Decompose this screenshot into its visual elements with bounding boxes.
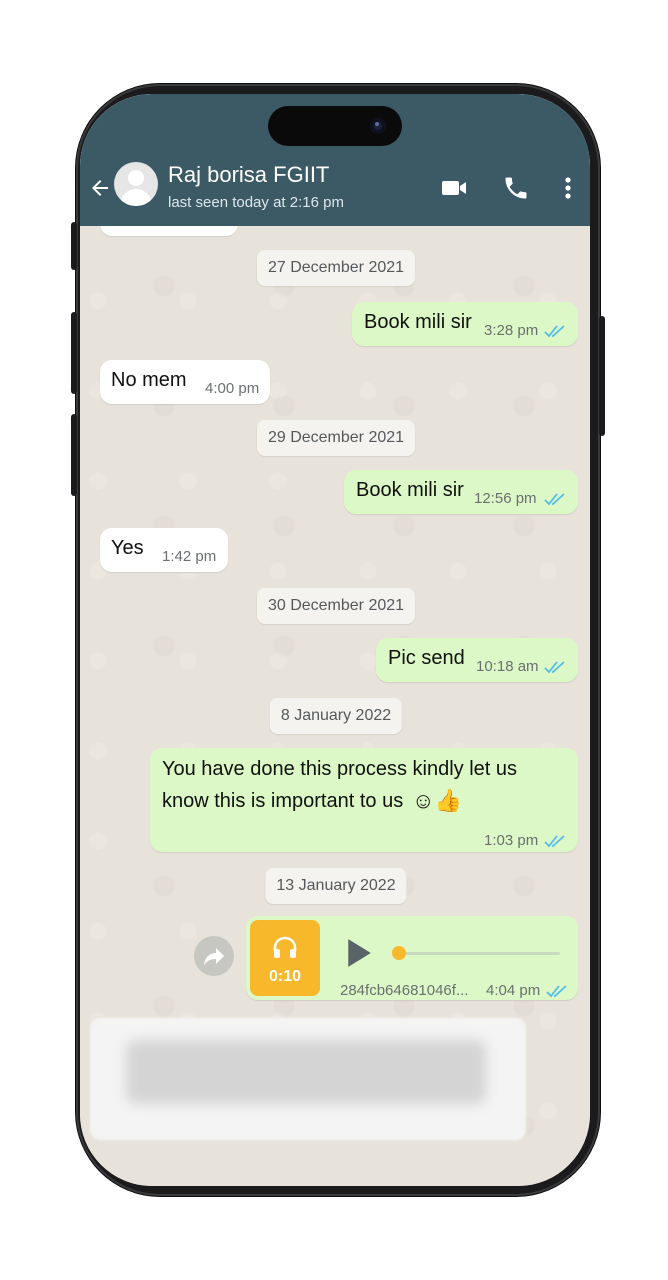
- message-time: 1:42 pm: [162, 548, 217, 565]
- chat-area[interactable]: 27 December 2021 Book mili sir 3:28 pm N…: [80, 212, 590, 1186]
- message-time: 4:00 pm: [205, 380, 260, 397]
- more-options-icon[interactable]: [558, 174, 578, 202]
- date-separator: 8 January 2022: [269, 698, 403, 734]
- message-text: Book mili sir: [356, 479, 464, 501]
- double-tick-icon: [544, 325, 565, 338]
- avatar-placeholder-icon: [128, 170, 144, 186]
- headphones-icon: [273, 936, 297, 958]
- message-time: 1:03 pm: [484, 832, 539, 849]
- date-separator: 27 December 2021: [256, 250, 416, 286]
- incoming-message-bubble[interactable]: Yes 1:42 pm: [100, 528, 228, 572]
- action-button: [71, 222, 77, 270]
- contact-name[interactable]: Raj borisa FGIIT: [168, 162, 329, 188]
- audio-duration: 0:10: [268, 968, 302, 985]
- outgoing-message-bubble[interactable]: Book mili sir 3:28 pm: [352, 302, 578, 346]
- message-text-line-1: You have done this process kindly let us: [162, 758, 518, 780]
- audio-thumbnail: 0:10: [250, 920, 320, 996]
- outgoing-message-bubble[interactable]: Pic send 10:18 am: [376, 638, 578, 682]
- message-time: 3:28 pm: [484, 322, 539, 339]
- audio-progress-thumb[interactable]: [392, 946, 406, 960]
- dynamic-island: [268, 106, 402, 146]
- message-time: 12:56 pm: [474, 490, 537, 507]
- outgoing-message-bubble[interactable]: Book mili sir 12:56 pm: [344, 470, 578, 514]
- video-call-icon[interactable]: [440, 174, 468, 202]
- double-tick-icon: [544, 661, 565, 674]
- message-text: Pic send: [388, 647, 465, 669]
- incoming-message-bubble[interactable]: No mem 4:00 pm: [100, 360, 270, 404]
- date-separator: 13 January 2022: [265, 868, 407, 904]
- message-text: No mem: [111, 369, 187, 391]
- front-camera: [370, 118, 386, 134]
- outgoing-message-bubble[interactable]: You have done this process kindly let us…: [150, 748, 578, 852]
- message-text: Yes: [111, 537, 144, 559]
- emoji: ☺👍: [412, 788, 462, 813]
- power-button: [599, 316, 605, 436]
- back-arrow-icon[interactable]: [88, 176, 112, 200]
- voice-call-icon[interactable]: [502, 174, 530, 202]
- play-icon[interactable]: [346, 938, 372, 968]
- message-time: 4:04 pm: [486, 982, 541, 999]
- date-separator: 30 December 2021: [256, 588, 416, 624]
- double-tick-icon: [544, 835, 565, 848]
- double-tick-icon: [546, 985, 567, 998]
- volume-up-button: [71, 312, 77, 394]
- phone-screen: Raj borisa FGIIT last seen today at 2:16…: [80, 94, 590, 1186]
- volume-down-button: [71, 414, 77, 496]
- message-text: Book mili sir: [364, 311, 472, 333]
- avatar[interactable]: [114, 162, 158, 206]
- forward-icon[interactable]: [194, 936, 234, 976]
- date-separator: 29 December 2021: [256, 420, 416, 456]
- message-text-line-2: know this is important to us: [162, 790, 404, 812]
- message-time: 10:18 am: [476, 658, 539, 675]
- audio-progress-track[interactable]: [398, 952, 560, 955]
- audio-filename: 284fcb64681046f...: [340, 982, 469, 999]
- last-seen-status: last seen today at 2:16 pm: [168, 194, 344, 211]
- blurred-message-bubble[interactable]: [90, 1018, 526, 1140]
- double-tick-icon: [544, 493, 565, 506]
